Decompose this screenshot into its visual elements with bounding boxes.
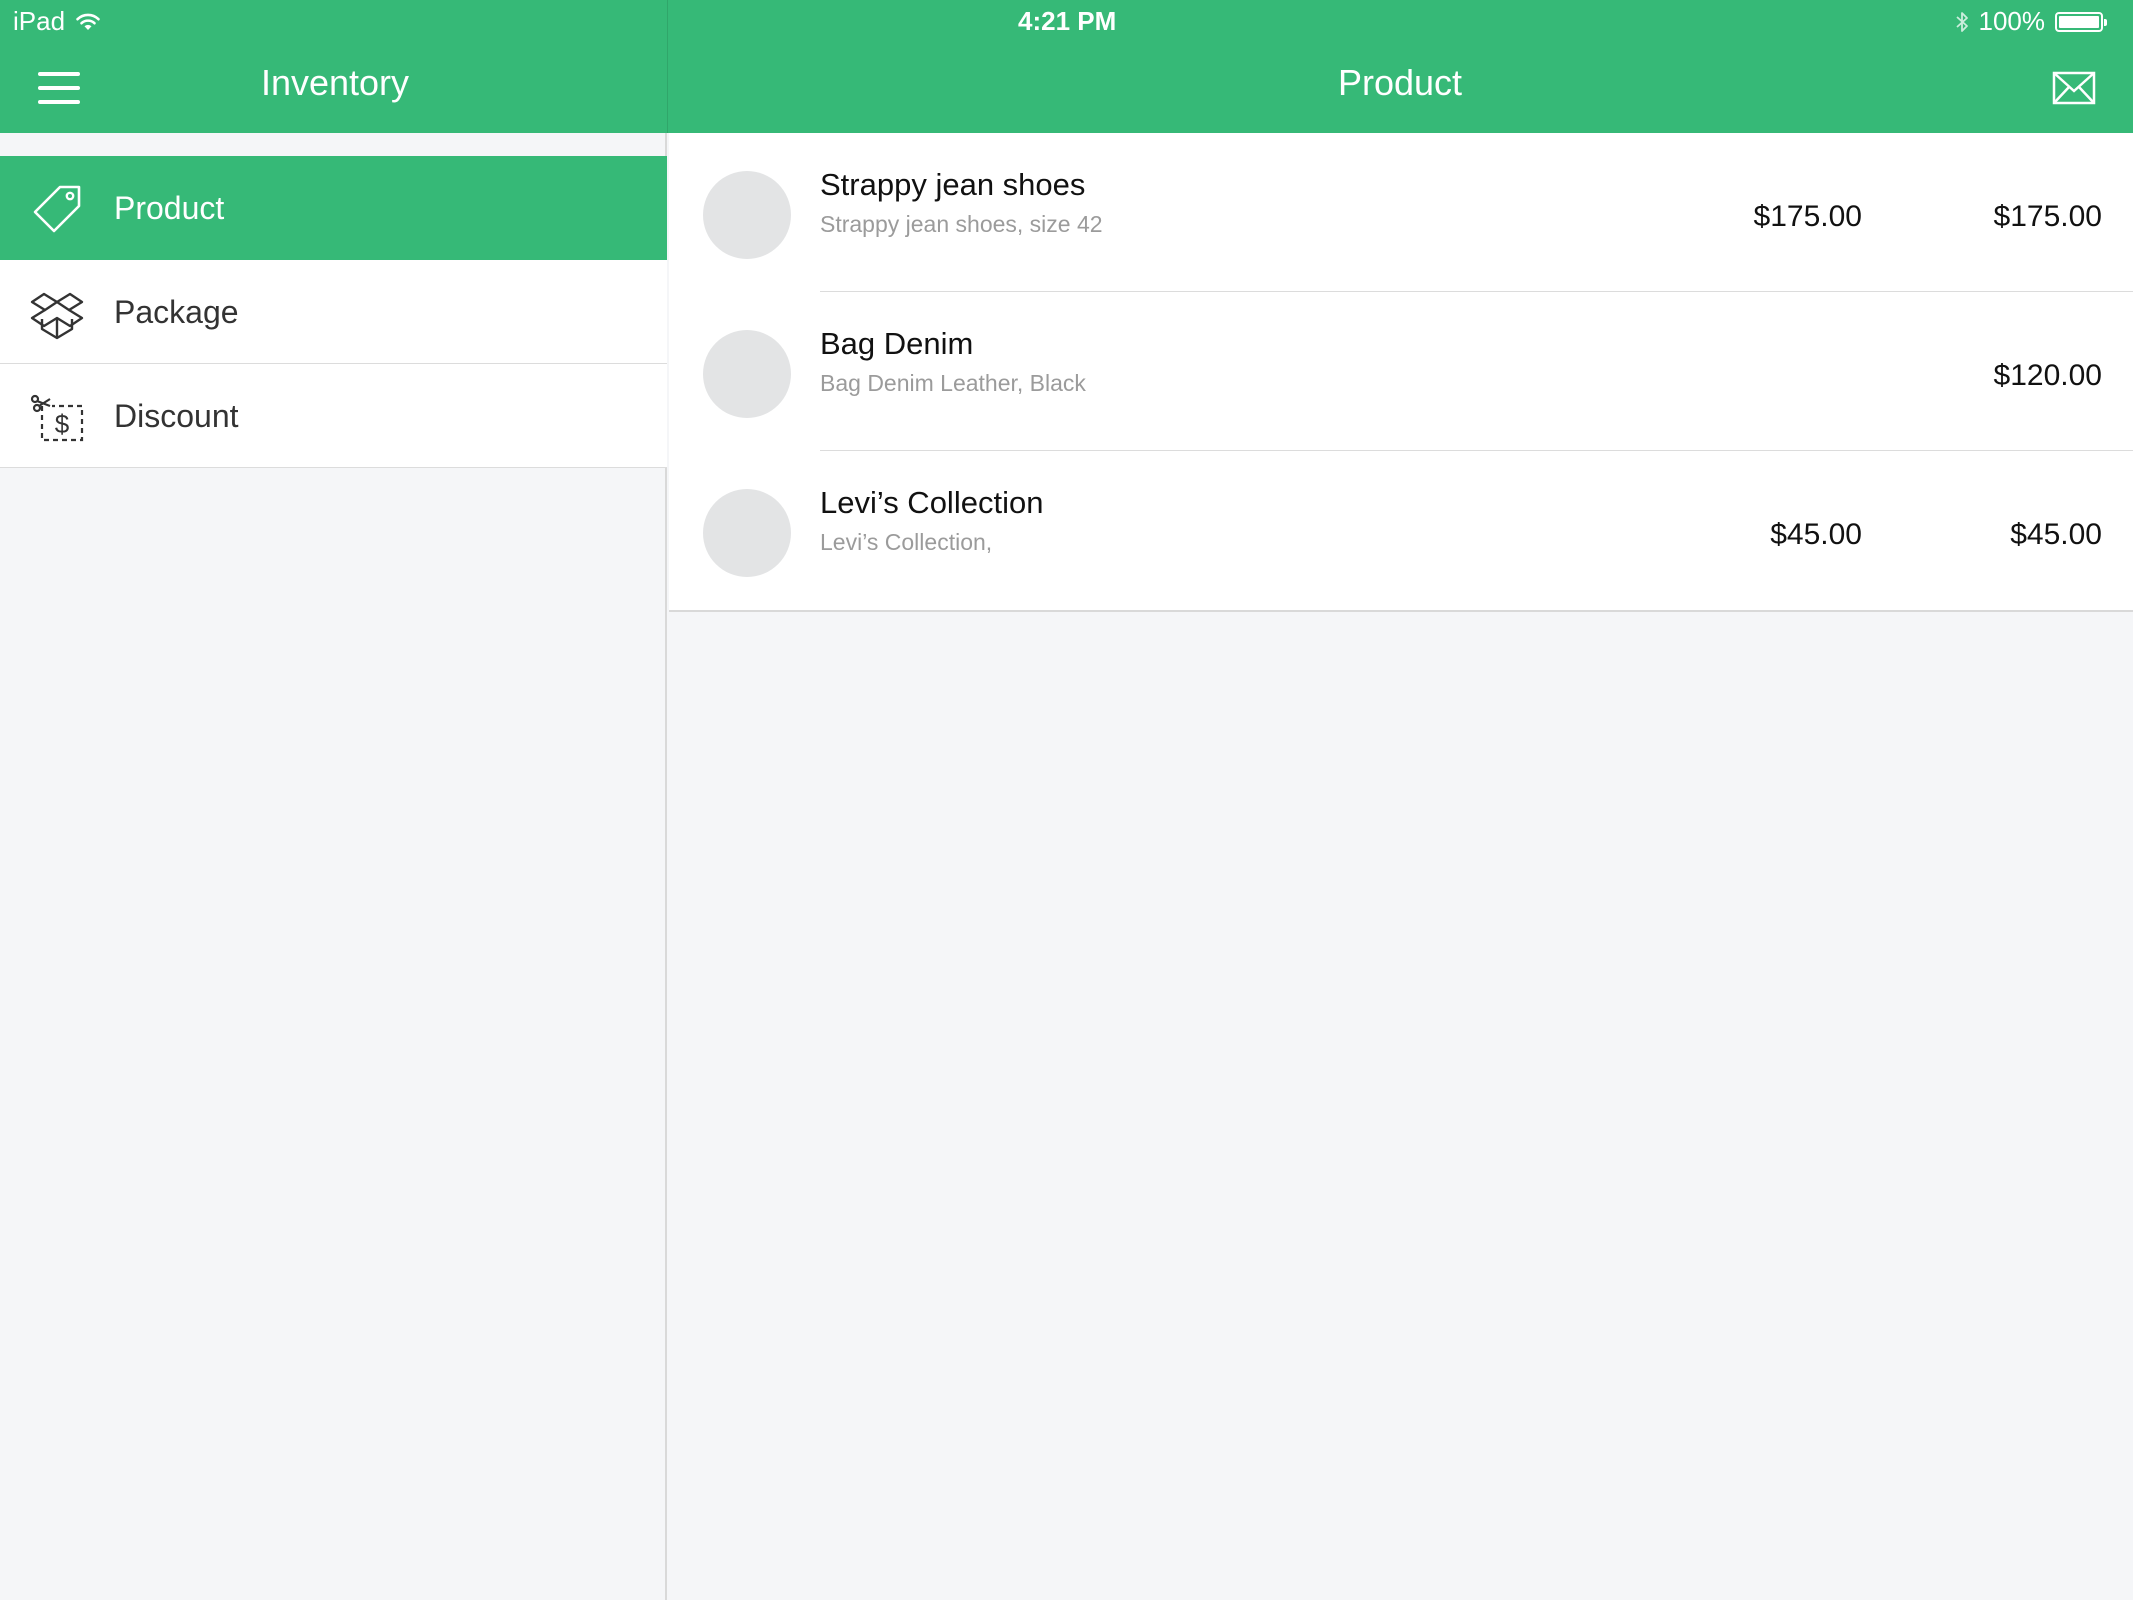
product-price: $45.00 <box>1770 518 1862 551</box>
battery-percent: 100% <box>1978 6 2046 36</box>
battery-icon <box>2055 11 2107 32</box>
list-item[interactable]: Strappy jean shoes Strappy jean shoes, s… <box>669 133 2133 292</box>
product-name: Strappy jean shoes <box>820 167 1086 202</box>
status-carrier: iPad <box>13 6 101 37</box>
sidebar-item-label: Discount <box>114 398 239 434</box>
product-description: Levi’s Collection, <box>820 529 993 555</box>
status-time: 4:21 PM <box>1018 6 1117 36</box>
product-list: Strappy jean shoes Strappy jean shoes, s… <box>669 133 2133 612</box>
coupon-icon: $ <box>30 394 84 442</box>
sidebar-nav: Product Package $ Discount <box>0 156 667 468</box>
product-name: Levi’s Collection <box>820 485 1044 520</box>
bluetooth-icon <box>1955 11 1968 32</box>
product-thumbnail <box>703 171 791 259</box>
mail-icon[interactable] <box>2052 70 2096 106</box>
sidebar-item-label: Product <box>114 190 225 226</box>
status-right: 100% <box>1955 6 2107 37</box>
main-content: Strappy jean shoes Strappy jean shoes, s… <box>669 133 2133 1600</box>
wifi-icon <box>76 13 100 30</box>
product-thumbnail <box>703 330 791 418</box>
sidebar-item-package[interactable]: Package <box>0 260 667 364</box>
sidebar-item-product[interactable]: Product <box>0 156 667 260</box>
product-total: $120.00 <box>1993 359 2102 392</box>
device-label: iPad <box>13 6 66 36</box>
product-total: $45.00 <box>2010 518 2102 551</box>
list-item[interactable]: Bag Denim Bag Denim Leather, Black $120.… <box>669 292 2133 451</box>
svg-text:$: $ <box>55 409 70 439</box>
tag-icon <box>33 185 81 233</box>
header-divider <box>667 0 668 133</box>
sidebar-item-label: Package <box>114 294 239 330</box>
product-price: $175.00 <box>1753 200 1862 233</box>
box-icon <box>30 292 84 340</box>
list-item[interactable]: Levi’s Collection Levi’s Collection, $45… <box>669 451 2133 610</box>
product-name: Bag Denim <box>820 326 974 361</box>
product-description: Bag Denim Leather, Black <box>820 370 1086 396</box>
status-bar: iPad 4:21 PM 100% <box>0 0 2133 44</box>
product-total: $175.00 <box>1993 200 2102 233</box>
product-description: Strappy jean shoes, size 42 <box>820 211 1103 237</box>
page-title: Product <box>1337 62 1463 103</box>
hamburger-menu-icon[interactable] <box>38 72 80 104</box>
product-thumbnail <box>703 489 791 577</box>
sidebar-item-discount[interactable]: $ Discount <box>0 364 667 468</box>
sidebar: Product Package $ Discount <box>0 133 667 1600</box>
sidebar-title: Inventory <box>260 62 410 103</box>
